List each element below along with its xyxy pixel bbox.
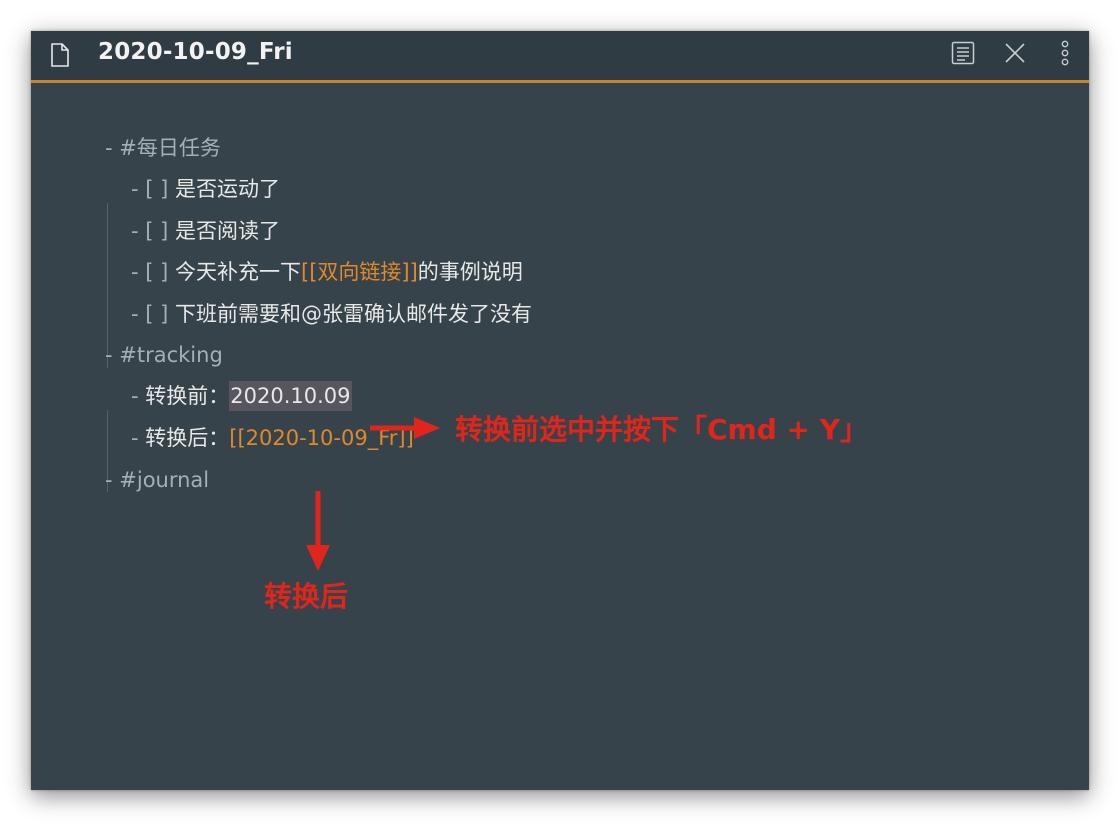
task-text: 下班前需要和@张雷确认邮件发了没有: [175, 302, 533, 326]
reading-view-button[interactable]: [949, 41, 977, 69]
list-bullet: -: [131, 384, 139, 408]
list-item[interactable]: - #每日任务: [105, 133, 221, 163]
task-item[interactable]: - [ ] 是否阅读了: [131, 216, 280, 246]
task-item[interactable]: - [ ] 今天补充一下[[双向链接]]的事例说明: [131, 257, 523, 287]
annotation-after: 转换后: [264, 580, 349, 613]
list-item[interactable]: - 转换前：2020.10.09: [131, 381, 352, 411]
annotation-cmd-y: 转换前选中并按下「Cmd + Y」: [455, 413, 869, 446]
close-icon: [1004, 42, 1026, 68]
task-checkbox[interactable]: - [ ]: [131, 260, 168, 284]
list-item[interactable]: - #tracking: [105, 340, 223, 370]
list-bullet: -: [105, 136, 113, 160]
selected-text[interactable]: 2020.10.09: [229, 381, 352, 411]
task-text: 是否阅读了: [175, 219, 281, 243]
task-item[interactable]: - [ ] 下班前需要和@张雷确认邮件发了没有: [131, 299, 532, 329]
more-options-icon: [1060, 39, 1070, 71]
note-title: 2020-10-09_Fri: [98, 39, 293, 65]
file-icon: [48, 42, 72, 68]
task-checkbox[interactable]: - [ ]: [131, 177, 168, 201]
tag[interactable]: #每日任务: [119, 136, 221, 160]
task-text: 是否运动了: [175, 177, 281, 201]
close-button[interactable]: [1001, 41, 1029, 69]
internal-link[interactable]: [[双向链接]]: [301, 260, 418, 284]
task-checkbox[interactable]: - [ ]: [131, 302, 168, 326]
list-bullet: -: [105, 468, 113, 492]
note-window: 2020-10-09_Fri - #每日任务 - [] 是否运动了 - []…: [31, 31, 1089, 790]
title-bar: 2020-10-09_Fri: [31, 31, 1089, 83]
list-item[interactable]: - #journal: [105, 465, 209, 495]
task-checkbox[interactable]: - [ ]: [131, 219, 168, 243]
task-item[interactable]: - [ ] 是否运动了: [131, 174, 280, 204]
list-bullet: -: [131, 426, 139, 450]
arrow-right-icon: [370, 417, 440, 439]
item-label: 转换后：: [145, 426, 230, 450]
list-bullet: -: [105, 343, 113, 367]
arrow-down-icon: [306, 491, 330, 571]
more-options-button[interactable]: [1055, 39, 1075, 71]
task-text: 今天补充一下: [175, 260, 302, 284]
task-text: 的事例说明: [417, 260, 523, 284]
item-label: 转换前：: [145, 384, 230, 408]
tag[interactable]: #journal: [119, 468, 209, 492]
editor-content[interactable]: - #每日任务 - [ ] 是否运动了 - [ ] 是否阅读了 - [ ] 今天…: [31, 83, 1089, 790]
tag[interactable]: #tracking: [119, 343, 223, 367]
reading-view-icon: [951, 41, 975, 69]
